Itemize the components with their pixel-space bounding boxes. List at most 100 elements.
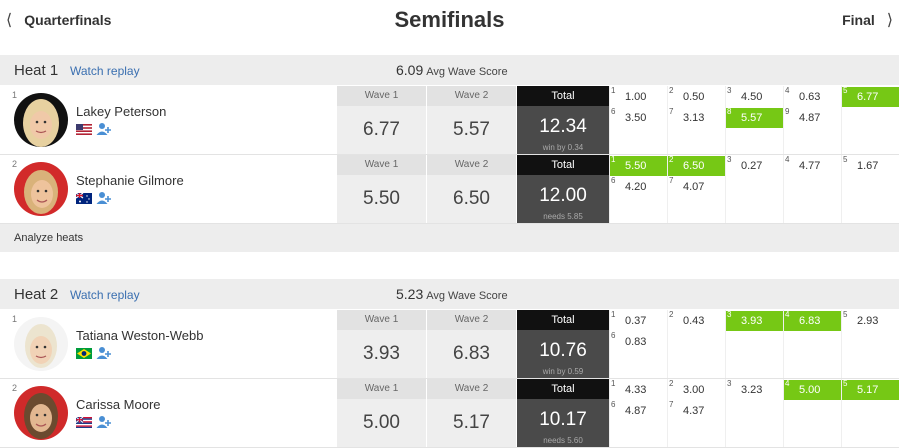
wave-score: 3.50: [625, 112, 647, 124]
wave-score-cell[interactable]: 1 0.37: [610, 310, 667, 331]
grid-divider: [783, 86, 784, 154]
wave-score: 5.17: [857, 384, 879, 396]
wave-1-score: 6.77: [337, 106, 426, 154]
watch-replay-link[interactable]: Watch replay: [70, 288, 140, 302]
wave-number: 2: [669, 379, 674, 388]
wave-score-cell[interactable]: 5 5.17: [842, 379, 899, 400]
wave-2-score: 6.50: [427, 175, 516, 223]
page-title: Semifinals: [394, 7, 505, 32]
grid-divider: [841, 379, 842, 447]
total-score-box: Total 10.17 needs 5.60: [517, 379, 609, 447]
total-score: 12.00: [539, 185, 587, 206]
wave-score-cell[interactable]: 1 1.00: [610, 86, 667, 107]
wave-score-cell[interactable]: 2 6.50: [668, 155, 725, 176]
next-round-label: Final: [842, 12, 875, 28]
wave-score-cell[interactable]: 6 4.87: [610, 400, 667, 421]
total-note: win by 0.34: [542, 143, 584, 152]
wave-score-cell[interactable]: 2 3.00: [668, 379, 725, 400]
wave-number: 5: [843, 86, 848, 95]
wave-number: 2: [669, 310, 674, 319]
total-note: needs 5.85: [543, 212, 583, 221]
follow-surfer-icon[interactable]: [96, 414, 112, 430]
watch-replay-link[interactable]: Watch replay: [70, 64, 140, 78]
avatar: [14, 317, 68, 371]
wave-score-cell[interactable]: 1 4.33: [610, 379, 667, 400]
total-header: Total: [517, 379, 609, 399]
analyze-heats-link[interactable]: Analyze heats: [14, 232, 83, 244]
wave-1-header: Wave 1: [337, 155, 426, 175]
grid-divider: [609, 379, 610, 447]
wave-number: 3: [727, 379, 732, 388]
wave-score-cell[interactable]: 9 4.87: [784, 107, 841, 128]
surfer-name[interactable]: Carissa Moore: [76, 397, 161, 412]
surfer-name[interactable]: Stephanie Gilmore: [76, 173, 184, 188]
surfer-row: 2 Stephanie Gilmore Wave 1 5.50 Wave 2 6…: [0, 155, 899, 224]
wave-number: 3: [727, 310, 732, 319]
wave-number: 9: [785, 107, 790, 116]
total-score: 10.76: [539, 340, 587, 361]
wave-score-cell[interactable]: 7 4.07: [668, 176, 725, 197]
flag-brazil-icon: [76, 348, 92, 359]
wave-score-cell[interactable]: 5 6.77: [842, 86, 899, 107]
surfer-name[interactable]: Lakey Peterson: [76, 104, 166, 119]
wave-score-cell[interactable]: 3 0.27: [726, 155, 783, 176]
surfer-row: 1 Lakey Peterson Wave 1 6.77 Wave 2 5.57…: [0, 86, 899, 155]
wave-score-cell[interactable]: 1 5.50: [610, 155, 667, 176]
total-note: win by 0.59: [542, 367, 584, 376]
wave-score-cell[interactable]: 2 0.50: [668, 86, 725, 107]
wave-score-cell[interactable]: 2 0.43: [668, 310, 725, 331]
next-round-link[interactable]: Final ⟩: [842, 10, 893, 30]
follow-surfer-icon[interactable]: [96, 190, 112, 206]
total-score: 12.34: [539, 116, 587, 137]
grid-divider: [667, 310, 668, 378]
wave-score-cell[interactable]: 7 3.13: [668, 107, 725, 128]
wave-score-cell[interactable]: 8 5.57: [726, 107, 783, 128]
wave-number: 3: [727, 86, 732, 95]
seed-number: 2: [12, 383, 18, 393]
wave-score-cell[interactable]: 3 3.93: [726, 310, 783, 331]
wave-score-cell[interactable]: 4 6.83: [784, 310, 841, 331]
wave-score: 0.83: [625, 336, 647, 348]
grid-divider: [667, 155, 668, 223]
wave-number: 5: [843, 310, 848, 319]
grid-divider: [725, 155, 726, 223]
wave-number: 4: [785, 379, 790, 388]
total-header: Total: [517, 86, 609, 106]
wave-score: 5.57: [741, 112, 763, 124]
grid-divider: [609, 310, 610, 378]
surfer-name[interactable]: Tatiana Weston-Webb: [76, 328, 203, 343]
wave-number: 2: [669, 155, 674, 164]
chevron-right-icon: ⟩: [886, 12, 893, 29]
wave-score-cell[interactable]: 4 0.63: [784, 86, 841, 107]
wave-score-cell[interactable]: 6 4.20: [610, 176, 667, 197]
avg-wave-score-label: Avg Wave Score: [426, 66, 508, 78]
wave-score-cell[interactable]: 4 5.00: [784, 379, 841, 400]
seed-number: 1: [12, 314, 18, 324]
follow-surfer-icon[interactable]: [96, 345, 112, 361]
wave-score-cell[interactable]: 3 3.23: [726, 379, 783, 400]
heat-label: Heat 2: [14, 286, 59, 303]
wave-score: 0.27: [741, 160, 763, 172]
wave-score: 4.50: [741, 91, 763, 103]
total-header: Total: [517, 310, 609, 330]
wave-score: 4.87: [625, 405, 647, 417]
wave-number: 8: [727, 107, 732, 116]
wave-score-cell[interactable]: 5 2.93: [842, 310, 899, 331]
wave-score: 4.20: [625, 181, 647, 193]
top-wave-1: Wave 1 6.77: [337, 86, 426, 154]
wave-number: 4: [785, 155, 790, 164]
wave-score-cell[interactable]: 7 4.37: [668, 400, 725, 421]
wave-1-header: Wave 1: [337, 86, 426, 106]
wave-score: 3.93: [741, 315, 763, 327]
wave-score-cell[interactable]: 5 1.67: [842, 155, 899, 176]
wave-score: 1.67: [857, 160, 879, 172]
wave-score-cell[interactable]: 6 3.50: [610, 107, 667, 128]
wave-score-cell[interactable]: 6 0.83: [610, 331, 667, 352]
follow-surfer-icon[interactable]: [96, 121, 112, 137]
wave-score-cell[interactable]: 4 4.77: [784, 155, 841, 176]
wave-number: 7: [669, 176, 674, 185]
wave-number: 1: [611, 155, 616, 164]
wave-score-cell[interactable]: 3 4.50: [726, 86, 783, 107]
grid-divider: [667, 379, 668, 447]
top-wave-1: Wave 1 5.50: [337, 155, 426, 223]
